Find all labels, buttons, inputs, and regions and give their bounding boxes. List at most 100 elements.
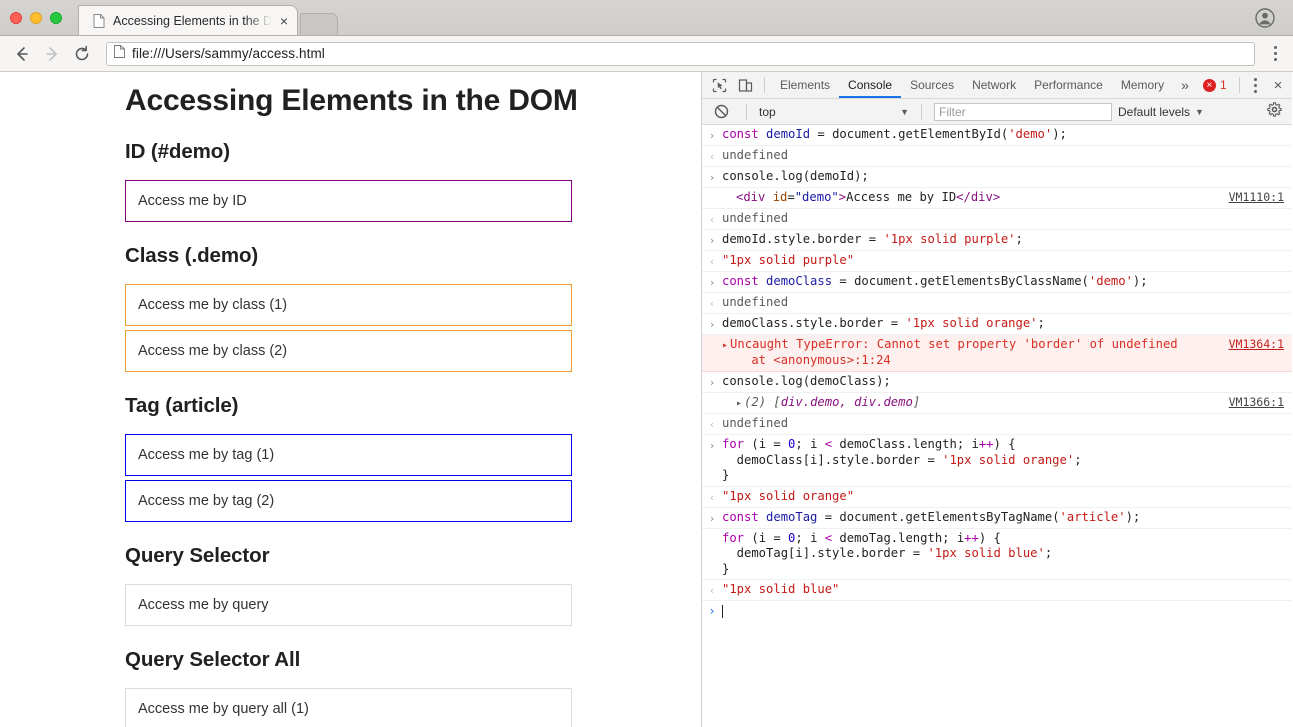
console-row[interactable]: ▸ Uncaught TypeError: Cannot set property… xyxy=(702,334,1292,372)
console-message-text: for (i = 0; i < demoTag.length; i++) { d… xyxy=(722,531,1292,578)
expand-triangle-icon[interactable]: ▸ xyxy=(736,398,742,409)
console-row[interactable]: ‹ undefined xyxy=(702,209,1292,230)
chrome-menu-icon[interactable] xyxy=(1265,46,1285,61)
console-row[interactable]: › const demoId = document.getElementById(… xyxy=(702,125,1292,146)
console-token: = xyxy=(787,190,795,204)
console-row[interactable]: › demoClass.style.border = '1px solid ora… xyxy=(702,314,1292,335)
console-row[interactable]: for (i = 0; i < demoTag.length; i++) { d… xyxy=(702,529,1292,580)
console-token: const xyxy=(722,509,767,524)
demo-box: Access me by tag (2) xyxy=(125,480,572,522)
console-output-arrow-icon: ‹ xyxy=(708,584,716,597)
toggle-device-toolbar-icon[interactable] xyxy=(732,73,758,98)
console-row[interactable]: › const demoClass = document.getElementsB… xyxy=(702,272,1292,293)
devtools-tab-bar: Elements Console Sources Network Performance… xyxy=(702,72,1292,99)
console-token: [ xyxy=(773,394,781,409)
section-heading: ID (#demo) xyxy=(125,140,230,163)
console-prompt[interactable]: › xyxy=(702,601,1292,621)
expand-triangle-icon[interactable]: ▸ xyxy=(722,340,728,351)
console-row[interactable]: ‹ undefined xyxy=(702,293,1292,314)
console-message-text: "1px solid blue" xyxy=(722,582,1292,598)
source-vm-link[interactable]: VM1110:1 xyxy=(1229,190,1284,204)
console-token: demoClass.style.border = xyxy=(722,315,906,330)
source-vm-link[interactable]: VM1366:1 xyxy=(1229,395,1284,409)
log-levels-value: Default levels xyxy=(1118,104,1191,119)
section-heading: Query Selector All xyxy=(125,648,301,671)
prompt-caret-icon: › xyxy=(708,604,716,618)
devtools-tab-console[interactable]: Console xyxy=(839,72,901,98)
maximize-window-button[interactable] xyxy=(50,12,62,24)
console-row[interactable]: ‹ "1px solid blue" xyxy=(702,580,1292,601)
console-token: "1px solid purple" xyxy=(722,252,855,267)
console-filter-input[interactable]: Filter xyxy=(934,102,1112,121)
chevron-down-icon: ▼ xyxy=(900,106,909,117)
console-row[interactable]: ‹ undefined xyxy=(702,146,1292,167)
console-row[interactable]: ‹ undefined xyxy=(702,414,1292,435)
console-output-arrow-icon: ‹ xyxy=(708,150,716,163)
console-message-text: undefined xyxy=(722,295,1292,311)
clear-console-icon[interactable] xyxy=(708,99,734,124)
console-token: ); xyxy=(1125,509,1141,524)
console-token: id xyxy=(765,190,788,204)
profile-avatar-icon[interactable] xyxy=(1255,8,1275,28)
devtools-tab-sources[interactable]: Sources xyxy=(901,72,963,98)
console-row[interactable]: › const demoTag = document.getElementsByT… xyxy=(702,508,1292,529)
new-tab-button[interactable] xyxy=(300,13,338,35)
forward-button-icon[interactable] xyxy=(38,40,66,68)
rendered-page: Accessing Elements in the DOM ID (#demo)… xyxy=(0,72,702,727)
console-token: ; xyxy=(1015,231,1023,246)
error-count-badge[interactable]: × 1 xyxy=(1197,78,1233,92)
devtools-tab-network[interactable]: Network xyxy=(963,72,1025,98)
console-row[interactable]: › console.log(demoClass); xyxy=(702,372,1292,393)
console-token: ; i xyxy=(795,437,825,451)
console-token: ++ xyxy=(978,437,994,451)
close-devtools-icon[interactable]: × xyxy=(1266,77,1291,94)
devtools-tab-memory[interactable]: Memory xyxy=(1112,72,1173,98)
console-token: (i = xyxy=(751,437,789,451)
error-icon: × xyxy=(1202,78,1216,92)
close-window-button[interactable] xyxy=(10,12,22,24)
console-row[interactable]: ‹ "1px solid purple" xyxy=(702,251,1292,272)
console-token: Access me by ID xyxy=(846,190,957,204)
page-favicon-icon xyxy=(93,13,105,28)
minimize-window-button[interactable] xyxy=(30,12,42,24)
console-row[interactable]: ‹ "1px solid orange" xyxy=(702,487,1292,508)
badge-divider xyxy=(1238,77,1240,93)
browser-toolbar: file:///Users/sammy/access.html xyxy=(0,36,1293,72)
devtools-tab-elements[interactable]: Elements xyxy=(771,72,839,98)
console-token: undefined xyxy=(722,294,789,309)
source-vm-link[interactable]: VM1364:1 xyxy=(1229,337,1284,351)
console-row[interactable]: ▸ (2) [div.demo, div.demo] VM1366:1 xyxy=(702,393,1292,414)
console-row[interactable]: › demoId.style.border = '1px solid purple… xyxy=(702,230,1292,251)
reload-button-icon[interactable] xyxy=(68,40,96,68)
console-message-text: demoClass.style.border = '1px solid oran… xyxy=(722,316,1292,332)
section-heading: Tag (article) xyxy=(125,394,239,417)
console-row[interactable]: › console.log(demoId); xyxy=(702,167,1292,188)
console-messages[interactable]: › const demoId = document.getElementById(… xyxy=(702,125,1292,727)
console-row[interactable]: › for (i = 0; i < demoClass.length; i++) … xyxy=(702,435,1292,487)
log-levels-select[interactable]: Default levels ▼ xyxy=(1118,105,1204,119)
console-token: console.log(demoClass); xyxy=(722,373,891,388)
close-tab-icon[interactable]: × xyxy=(277,12,291,30)
demo-box: Access me by ID xyxy=(125,180,572,222)
devtools-menu-icon[interactable] xyxy=(1246,77,1266,93)
back-button-icon[interactable] xyxy=(8,40,36,68)
page-section: Query Selector All Access me by query all… xyxy=(125,648,701,727)
devtools-tab-performance[interactable]: Performance xyxy=(1025,72,1112,98)
toolbar-divider xyxy=(764,77,765,93)
console-token: = document.getElementsByTagName( xyxy=(817,509,1060,524)
console-toolbar: top ▼ Filter Default levels ▼ xyxy=(702,99,1292,125)
console-output-arrow-icon: ‹ xyxy=(708,254,716,268)
more-panels-icon[interactable]: » xyxy=(1173,77,1197,93)
console-token: Uncaught TypeError: Cannot set property … xyxy=(730,336,1178,368)
inspect-element-icon[interactable] xyxy=(706,73,732,98)
browser-tab[interactable]: Accessing Elements in the DOM × xyxy=(78,5,298,35)
settings-gear-icon[interactable] xyxy=(1267,101,1286,122)
console-token: const xyxy=(722,273,767,288)
console-output-arrow-icon: ‹ xyxy=(708,296,716,310)
console-token: ; i xyxy=(795,530,825,545)
console-row[interactable]: <div id="demo">Access me by ID</div> VM11… xyxy=(702,188,1292,209)
execution-context-select[interactable]: top ▼ xyxy=(759,105,909,119)
address-bar[interactable]: file:///Users/sammy/access.html xyxy=(106,41,1255,66)
execution-context-value: top xyxy=(759,104,776,119)
console-input-arrow-icon xyxy=(702,190,722,191)
